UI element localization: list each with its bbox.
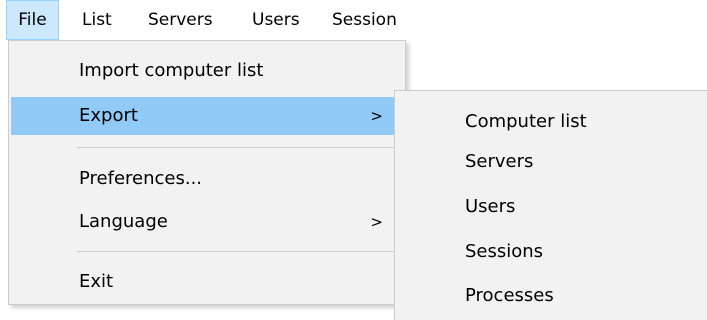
submenu-item-processes[interactable]: Processes bbox=[395, 275, 707, 317]
export-submenu: Computer list Servers Users Sessions Pro… bbox=[394, 90, 707, 320]
menu-file[interactable]: File bbox=[6, 0, 59, 40]
menu-item-label: Export bbox=[79, 105, 138, 126]
menu-bar: File List Servers Users Session bbox=[0, 0, 400, 40]
menu-item-label: Preferences... bbox=[79, 168, 203, 189]
menu-item-preferences[interactable]: Preferences... bbox=[11, 160, 403, 198]
submenu-arrow-icon: > bbox=[370, 213, 383, 231]
submenu-item-users[interactable]: Users bbox=[395, 186, 707, 228]
submenu-item-computer-list[interactable]: Computer list bbox=[395, 101, 707, 143]
menu-item-import-computer-list[interactable]: Import computer list bbox=[11, 52, 403, 90]
menu-item-label: Language bbox=[79, 211, 168, 232]
menu-users[interactable]: Users bbox=[246, 0, 314, 40]
menu-item-label: Import computer list bbox=[79, 60, 264, 81]
menu-separator bbox=[77, 147, 401, 148]
submenu-item-sessions[interactable]: Sessions bbox=[395, 231, 707, 273]
menu-list[interactable]: List bbox=[76, 0, 134, 40]
menu-sessions[interactable]: Session bbox=[326, 0, 400, 40]
menu-item-label: Exit bbox=[79, 271, 114, 292]
submenu-arrow-icon: > bbox=[370, 107, 383, 125]
menu-item-exit[interactable]: Exit bbox=[11, 263, 403, 301]
menu-item-language[interactable]: Language > bbox=[11, 203, 403, 241]
menu-servers[interactable]: Servers bbox=[142, 0, 234, 40]
submenu-item-servers[interactable]: Servers bbox=[395, 141, 707, 183]
menu-separator bbox=[77, 251, 401, 252]
file-dropdown-menu: Import computer list Export > Preference… bbox=[8, 40, 406, 305]
menu-item-export[interactable]: Export > bbox=[11, 97, 403, 135]
